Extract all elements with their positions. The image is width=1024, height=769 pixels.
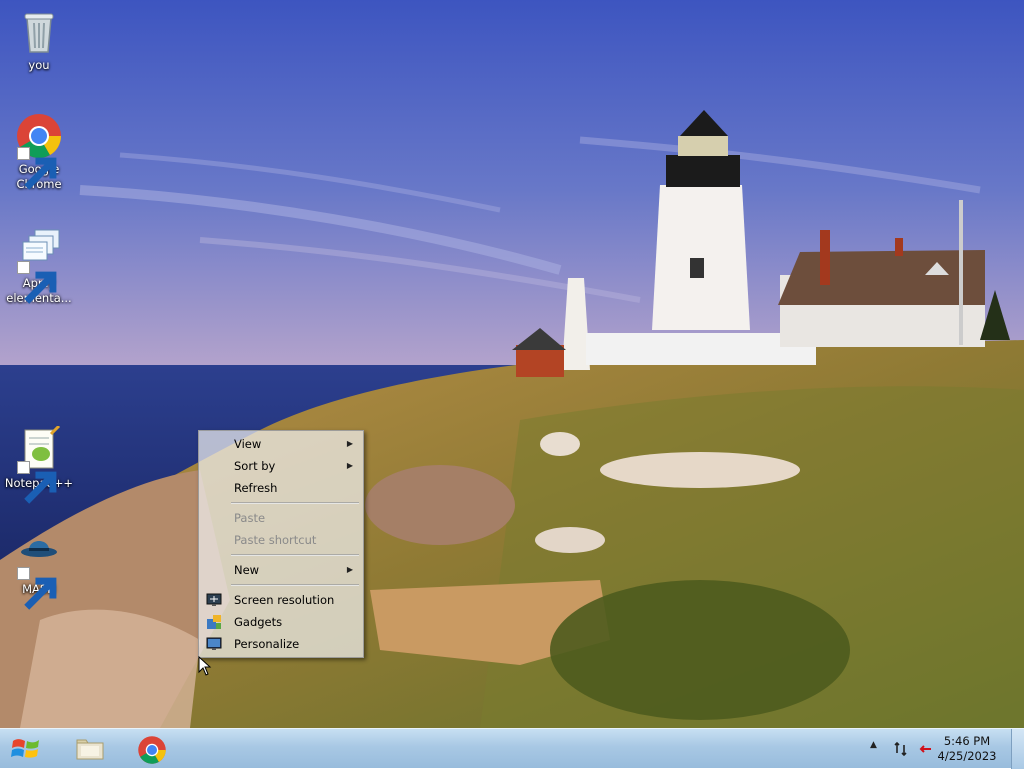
menu-item-label: Refresh [234, 481, 278, 495]
lighthouse-landscape-image [0, 0, 1024, 728]
clock-time: 5:46 PM [943, 734, 991, 748]
menu-item-label: View [234, 437, 262, 451]
menu-item-sort-by[interactable]: Sort by ▶ [201, 455, 361, 477]
taskbar-google-chrome-button[interactable] [124, 731, 180, 767]
network-icon[interactable] [894, 741, 910, 757]
menu-item-label: Personalize [234, 637, 300, 651]
notepad-plus-plus-icon [15, 426, 63, 504]
taskbar-windows-explorer-button[interactable] [62, 731, 118, 767]
menu-item-label: Gadgets [234, 615, 283, 629]
submenu-arrow-icon: ▶ [346, 461, 353, 470]
submenu-arrow-icon: ▶ [346, 565, 353, 574]
windows-logo-icon [11, 739, 39, 758]
mash-icon [15, 532, 63, 610]
menu-item-personalize[interactable]: Personalize [201, 633, 361, 655]
submenu-arrow-icon: ▶ [346, 439, 353, 448]
screen-resolution-icon [206, 592, 222, 608]
show-hidden-icons-button[interactable]: ▲ [870, 740, 886, 756]
windows-files-icon [15, 226, 63, 304]
taskbar: ▲ 5:46 PM 4/25/2023 [0, 728, 1024, 769]
menu-separator [231, 554, 359, 556]
desktop-icon-notepad-plus-plus[interactable]: Notepad++ [4, 426, 74, 504]
desktop-icon-mash[interactable]: MASH [4, 532, 74, 610]
menu-item-gadgets[interactable]: Gadgets [201, 611, 361, 633]
desktop-wallpaper[interactable] [0, 0, 1024, 728]
personalize-icon [206, 636, 222, 652]
shortcut-arrow-icon [17, 567, 57, 610]
folder-icon [76, 739, 104, 760]
volume-muted-icon[interactable] [916, 741, 932, 757]
shortcut-arrow-icon [17, 261, 57, 304]
menu-separator [231, 502, 359, 504]
menu-item-screen-resolution[interactable]: Screen resolution [201, 589, 361, 611]
desktop-icon-label: you [28, 58, 50, 72]
desktop-icon-recycle-bin[interactable]: you [4, 8, 74, 73]
mouse-cursor-icon [198, 656, 212, 676]
chrome-icon [15, 112, 63, 190]
desktop-icon-apply-elementa[interactable]: Apply elementa... [4, 226, 74, 306]
menu-item-view[interactable]: View ▶ [201, 433, 361, 455]
menu-item-label: Sort by [234, 459, 276, 473]
gadgets-icon [206, 614, 222, 630]
menu-item-label: Screen resolution [234, 593, 335, 607]
desktop-context-menu: View ▶ Sort by ▶ Refresh Paste Paste sho… [198, 430, 364, 658]
recycle-bin-icon [15, 8, 63, 56]
shortcut-arrow-icon [17, 461, 57, 504]
menu-separator [231, 584, 359, 586]
menu-item-paste-shortcut: Paste shortcut [201, 529, 361, 551]
menu-item-paste: Paste [201, 507, 361, 529]
start-button[interactable] [0, 731, 52, 767]
menu-item-new[interactable]: New ▶ [201, 559, 361, 581]
show-desktop-button[interactable] [1011, 729, 1024, 769]
menu-item-label: New [234, 563, 260, 577]
taskbar-clock[interactable]: 5:46 PM 4/25/2023 [932, 734, 1002, 764]
system-tray: ▲ 5:46 PM 4/25/2023 [864, 729, 1024, 769]
chrome-icon [138, 736, 166, 764]
desktop-icon-google-chrome[interactable]: Google Chrome [4, 112, 74, 192]
clock-date: 4/25/2023 [937, 749, 997, 763]
shortcut-arrow-icon [17, 147, 57, 190]
menu-item-label: Paste shortcut [234, 533, 317, 547]
menu-item-label: Paste [234, 511, 266, 525]
menu-item-refresh[interactable]: Refresh [201, 477, 361, 499]
